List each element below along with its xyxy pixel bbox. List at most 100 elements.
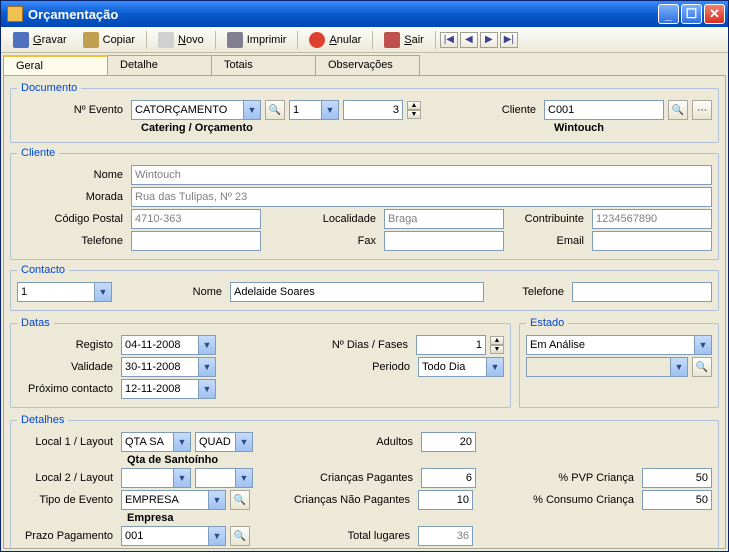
tipo-evento-label: Tipo de Evento — [17, 494, 117, 506]
local1-label: Local 1 / Layout — [17, 436, 117, 448]
cliente-lookup-button[interactable]: 🔍 — [668, 100, 688, 120]
tab-geral[interactable]: Geral — [3, 55, 108, 75]
fax-input[interactable] — [384, 231, 504, 251]
close-button[interactable]: ✕ — [704, 4, 725, 24]
dias-input[interactable] — [416, 335, 486, 355]
nav-first-button[interactable]: |◀ — [440, 32, 458, 48]
exit-button[interactable]: Sair — [377, 29, 431, 51]
consumo-crianca-input[interactable] — [642, 490, 712, 510]
dias-label: Nº Dias / Fases — [220, 339, 412, 351]
local1-value: QTA SA — [125, 436, 173, 448]
contacto-group: Contacto 1 ▼ Nome Telefone — [10, 264, 719, 311]
copy-button[interactable]: Copiar — [76, 29, 142, 51]
pvp-crianca-input[interactable] — [642, 468, 712, 488]
localidade-input[interactable] — [384, 209, 504, 229]
total-lugares-input — [418, 526, 473, 546]
local2-combo[interactable]: ▼ — [121, 468, 191, 488]
email-label: Email — [508, 235, 588, 247]
morada-input[interactable] — [131, 187, 712, 207]
periodo-combo[interactable]: Todo Dia ▼ — [418, 357, 504, 377]
serie-combo[interactable]: 1 ▼ — [289, 100, 339, 120]
estado-legend: Estado — [526, 317, 568, 329]
spin-up-icon[interactable]: ▲ — [407, 101, 421, 110]
evento-tipo-combo[interactable]: CATORÇAMENTO ▼ — [131, 100, 261, 120]
spin-down-icon[interactable]: ▼ — [407, 110, 421, 119]
layout2-combo[interactable]: ▼ — [195, 468, 253, 488]
cliente-legend: Cliente — [17, 147, 59, 159]
cliente-label: Cliente — [502, 104, 540, 116]
tipo-lookup-button[interactable]: 🔍 — [230, 490, 250, 510]
estado-lookup-button[interactable]: 🔍 — [692, 357, 712, 377]
chevron-down-icon: ▼ — [208, 527, 225, 545]
total-lugares-label: Total lugares — [254, 530, 414, 542]
cancel-icon — [309, 32, 325, 48]
numero-spinner[interactable]: ▲ ▼ — [407, 101, 421, 119]
validade-date[interactable]: 30-11-2008 ▼ — [121, 357, 216, 377]
telefone-input[interactable] — [131, 231, 261, 251]
cliente-extra-button[interactable]: ⋯ — [692, 100, 712, 120]
cliente-code-input[interactable] — [544, 100, 664, 120]
evento-subtipo: Catering / Orçamento — [141, 122, 253, 134]
tipo-nome: Empresa — [127, 512, 173, 524]
nav-next-button[interactable]: ▶ — [480, 32, 498, 48]
tab-detalhe[interactable]: Detalhe — [107, 55, 212, 75]
adultos-input[interactable] — [421, 432, 476, 452]
tab-observacoes[interactable]: Observações — [315, 55, 420, 75]
tab-totais[interactable]: Totais — [211, 55, 316, 75]
prazo-nome: Pronto Pagamento — [127, 548, 225, 549]
save-button[interactable]: Gravar — [6, 29, 74, 51]
local1-combo[interactable]: QTA SA ▼ — [121, 432, 191, 452]
prox-contacto-label: Próximo contacto — [17, 383, 117, 395]
email-input[interactable] — [592, 231, 712, 251]
layout1-combo[interactable]: QUAD ▼ — [195, 432, 253, 452]
contacto-telefone-input[interactable] — [572, 282, 712, 302]
contacto-num-combo[interactable]: 1 ▼ — [17, 282, 112, 302]
window-title: Orçamentação — [28, 7, 658, 22]
contacto-telefone-label: Telefone — [488, 286, 568, 298]
contacto-nome-input[interactable] — [230, 282, 484, 302]
contribuinte-input[interactable] — [592, 209, 712, 229]
spin-down-icon[interactable]: ▼ — [490, 345, 504, 354]
nav-last-button[interactable]: ▶| — [500, 32, 518, 48]
cp-input[interactable] — [131, 209, 261, 229]
evento-lookup-button[interactable]: 🔍 — [265, 100, 285, 120]
prazo-value: 001 — [125, 530, 208, 542]
nav-prev-button[interactable]: ◀ — [460, 32, 478, 48]
estado-sub-combo[interactable]: ▼ — [526, 357, 688, 377]
detalhes-group: Detalhes Local 1 / Layout QTA SA ▼ QUAD … — [10, 414, 719, 549]
cancel-button[interactable]: Anular — [302, 29, 368, 51]
criancas-pagantes-label: Crianças Pagantes — [257, 472, 417, 484]
tipo-evento-combo[interactable]: EMPRESA ▼ — [121, 490, 226, 510]
datas-group: Datas Registo 04-11-2008 ▼ Nº Dias / Fas… — [10, 317, 511, 408]
numero-input[interactable] — [343, 100, 403, 120]
cliente-nome-sub: Wintouch — [554, 122, 712, 134]
local2-label: Local 2 / Layout — [17, 472, 117, 484]
print-label: Imprimir — [247, 34, 287, 46]
estado-combo[interactable]: Em Análise ▼ — [526, 335, 712, 355]
contribuinte-label: Contribuinte — [508, 213, 588, 225]
cliente-nome-input[interactable] — [131, 165, 712, 185]
cancel-label: Anular — [329, 34, 361, 46]
contacto-nome-label: Nome — [116, 286, 226, 298]
chevron-down-icon: ▼ — [486, 358, 503, 376]
prox-contacto-date[interactable]: 12-11-2008 ▼ — [121, 379, 216, 399]
new-button[interactable]: Novo — [151, 29, 211, 51]
new-icon — [158, 32, 174, 48]
criancas-nao-pagantes-input[interactable] — [418, 490, 473, 510]
tipo-evento-value: EMPRESA — [125, 494, 208, 506]
dias-spinner[interactable]: ▲ ▼ — [490, 336, 504, 354]
detalhes-legend: Detalhes — [17, 414, 68, 426]
minimize-button[interactable]: _ — [658, 4, 679, 24]
titlebar: Orçamentação _ ☐ ✕ — [1, 1, 728, 27]
prazo-lookup-button[interactable]: 🔍 — [230, 526, 250, 546]
spin-up-icon[interactable]: ▲ — [490, 336, 504, 345]
contacto-legend: Contacto — [17, 264, 69, 276]
prazo-combo[interactable]: 001 ▼ — [121, 526, 226, 546]
n-evento-label: Nº Evento — [17, 104, 127, 116]
maximize-button[interactable]: ☐ — [681, 4, 702, 24]
criancas-pagantes-input[interactable] — [421, 468, 476, 488]
registo-date[interactable]: 04-11-2008 ▼ — [121, 335, 216, 355]
telefone-label: Telefone — [17, 235, 127, 247]
print-button[interactable]: Imprimir — [220, 29, 294, 51]
exit-label: Sair — [404, 34, 424, 46]
